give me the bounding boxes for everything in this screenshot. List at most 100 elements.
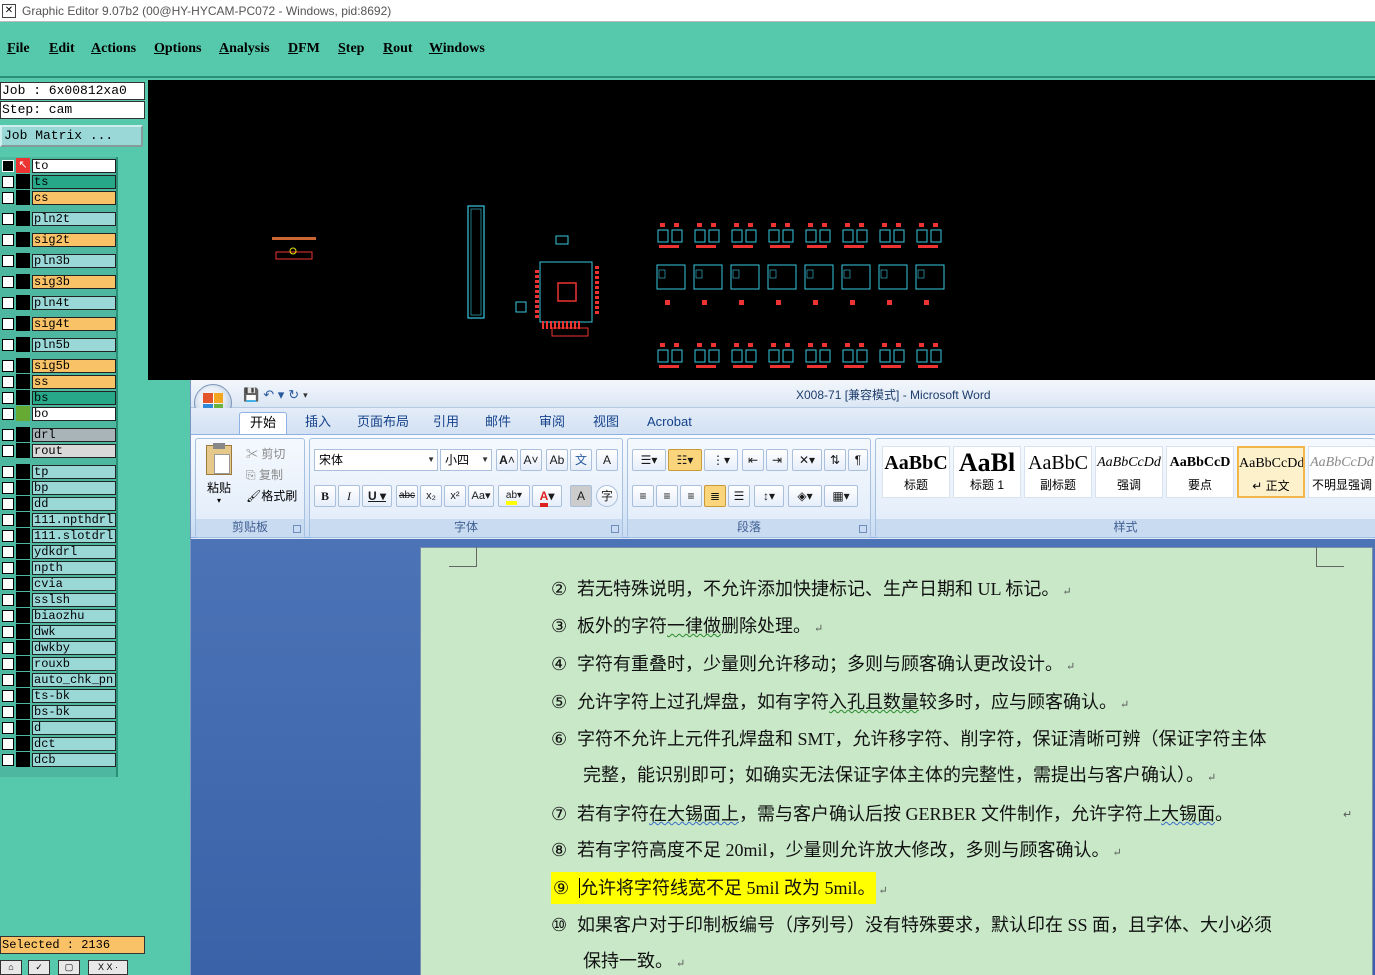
align-right-icon[interactable]: ≡ [680,485,702,507]
layer-checkbox[interactable] [2,577,14,590]
grow-font-button[interactable]: A˄ [496,449,518,471]
bold-button[interactable]: B [314,485,336,507]
layer-row[interactable]: pln3b [0,253,116,268]
layer-row[interactable]: tp [0,464,116,479]
dialog-launcher-icon[interactable] [859,525,867,533]
decrease-indent-icon[interactable]: ⇤ [742,449,764,471]
layer-checkbox[interactable] [2,657,14,670]
char-shading-icon[interactable]: A [570,485,592,507]
layer-checkbox[interactable] [2,481,14,494]
chinese-layout-icon[interactable]: ✕▾ [792,449,822,471]
distributed-icon[interactable]: ☰ [728,485,750,507]
multilevel-list-button[interactable]: ⋮▾ [704,449,738,471]
copy-button[interactable]: ⎘ 复制 [246,466,283,483]
menu-rout[interactable]: Rout [383,41,413,57]
layer-checkbox[interactable] [2,275,14,288]
strikethrough-button[interactable]: abc [396,485,418,507]
numbering-button[interactable]: ☷▾ [668,449,702,471]
layer-row[interactable]: ydkdrl [0,544,116,559]
layer-checkbox[interactable] [2,561,14,574]
paste-button[interactable]: 粘贴 ▾ [202,443,236,505]
layer-row[interactable]: npth [0,560,116,575]
layer-row[interactable]: sig2t [0,232,116,247]
tab-6[interactable]: 视图 [583,412,629,434]
layer-row[interactable]: dwk [0,624,116,639]
layer-row[interactable]: bs [0,390,116,405]
save-icon[interactable]: 💾 [243,387,259,403]
line-spacing-icon[interactable]: ↕▾ [754,485,784,507]
menu-windows[interactable]: Windows [429,41,485,57]
layer-row[interactable]: dcb [0,752,116,767]
italic-button[interactable]: I [338,485,360,507]
layer-checkbox[interactable] [2,407,14,420]
layer-row[interactable]: 111.npthdrl [0,512,116,527]
layer-row[interactable]: auto_chk_pn [0,672,116,687]
tab-5[interactable]: 审阅 [529,412,575,434]
layer-row[interactable]: pln4t [0,295,116,310]
layer-row[interactable]: sig4t [0,316,116,331]
graphic-canvas[interactable] [148,80,1375,380]
layer-row[interactable]: ts [0,174,116,189]
subscript-button[interactable]: x₂ [420,485,442,507]
style-tile[interactable]: AaBbCcDd 强调 [1095,446,1163,498]
menu-step[interactable]: Step [338,41,364,57]
menu-analysis[interactable]: Analysis [219,41,270,57]
justify-icon[interactable]: ≣ [704,485,726,507]
superscript-button[interactable]: x² [444,485,466,507]
layer-checkbox[interactable] [2,296,14,309]
show-marks-icon[interactable]: ¶ [848,449,868,471]
layer-row[interactable]: drl [0,427,116,442]
layer-row[interactable]: cs [0,190,116,205]
tab-1[interactable]: 插入 [295,412,341,434]
layer-checkbox[interactable] [2,721,14,734]
increase-indent-icon[interactable]: ⇥ [766,449,788,471]
layer-checkbox[interactable] [2,212,14,225]
layer-checkbox[interactable] [2,753,14,766]
redo-icon[interactable]: ↻ [288,387,299,403]
layer-row[interactable]: sig5b [0,358,116,373]
tab-4[interactable]: 邮件 [475,412,521,434]
layer-checkbox[interactable] [2,338,14,351]
layer-row[interactable]: cvia [0,576,116,591]
tool-button[interactable]: ▢ [58,960,80,975]
layer-checkbox[interactable] [2,609,14,622]
layer-row[interactable]: rouxb [0,656,116,671]
layer-checkbox[interactable] [2,428,14,441]
layer-row[interactable]: sslsh [0,592,116,607]
layer-checkbox[interactable] [2,593,14,606]
menu-options[interactable]: Options [154,41,201,57]
layer-row[interactable]: ↖ to [0,158,116,173]
layer-checkbox[interactable] [2,175,14,188]
font-size-combo[interactable]: 小四 ▼ [440,449,492,471]
layer-row[interactable]: ts-bk [0,688,116,703]
style-tile[interactable]: AaBl 标题 1 [953,446,1021,498]
align-left-icon[interactable]: ≡ [632,485,654,507]
format-painter-button[interactable]: 🖌格式刷 [246,487,297,504]
layer-checkbox[interactable] [2,159,14,172]
style-tile[interactable]: AaBbCcDd ↵ 正文 [1237,446,1305,498]
layer-checkbox[interactable] [2,529,14,542]
dialog-launcher-icon[interactable] [293,525,301,533]
menu-file[interactable]: File [7,41,30,57]
style-tile[interactable]: AaBbCcD 要点 [1166,446,1234,498]
layer-checkbox[interactable] [2,233,14,246]
dialog-launcher-icon[interactable] [611,525,619,533]
tab-2[interactable]: 页面布局 [347,412,419,434]
borders-icon[interactable]: ▦▾ [824,485,858,507]
layer-row[interactable]: dct [0,736,116,751]
layer-checkbox[interactable] [2,391,14,404]
layer-checkbox[interactable] [2,625,14,638]
layer-checkbox[interactable] [2,375,14,388]
align-center-icon[interactable]: ≡ [656,485,678,507]
bullets-button[interactable]: ☰▾ [632,449,666,471]
menu-actions[interactable]: Actions [91,41,136,57]
layer-checkbox[interactable] [2,737,14,750]
char-border-icon[interactable]: A [596,449,618,471]
underline-button[interactable]: U ▾ [362,485,392,507]
phonetic-guide-icon[interactable]: 文 [570,449,592,471]
layer-row[interactable]: dd [0,496,116,511]
layer-checkbox[interactable] [2,513,14,526]
layer-row[interactable]: ss [0,374,116,389]
customize-qat-icon[interactable]: ▾ [303,387,308,403]
style-tile[interactable]: AaBbC 副标题 [1024,446,1092,498]
